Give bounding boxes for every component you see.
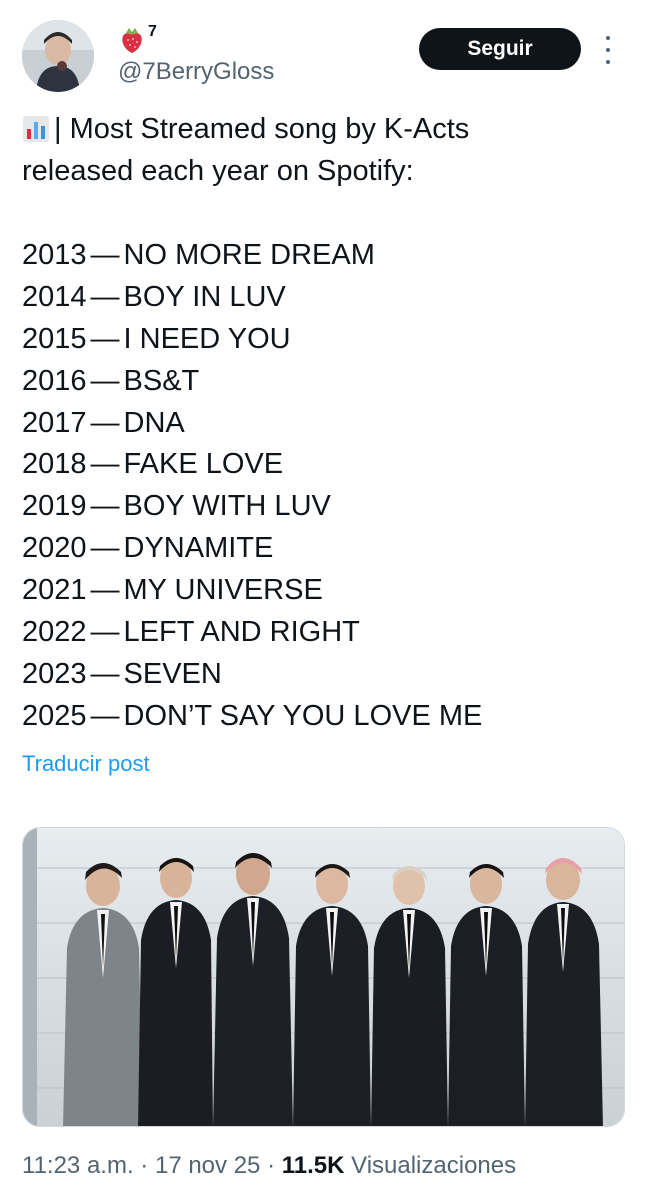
avatar[interactable]	[22, 20, 94, 92]
list-year: 2021	[22, 574, 87, 607]
list-song: DNA	[123, 406, 185, 439]
list-item: 2013— NO MORE DREAM	[22, 234, 622, 276]
list-song: MY UNIVERSE	[123, 574, 323, 607]
list-dash: —	[90, 615, 120, 648]
list-year: 2014	[22, 280, 87, 313]
list-year: 2025	[22, 699, 87, 732]
list-song: I NEED YOU	[123, 322, 291, 355]
list-dash: —	[90, 574, 120, 607]
list-item: 2015— I NEED YOU	[22, 318, 622, 360]
bar-chart-icon	[23, 116, 49, 142]
follow-button[interactable]: Seguir	[419, 28, 581, 70]
list-item: 2014— BOY IN LUV	[22, 276, 622, 318]
list-song: DON’T SAY YOU LOVE ME	[123, 699, 483, 732]
avatar-image	[22, 20, 94, 92]
list-item: 2023— SEVEN	[22, 653, 622, 695]
list-item: 2017— DNA	[22, 402, 622, 444]
list-dash: —	[90, 448, 120, 481]
post-time[interactable]: 11:23 a.m.	[22, 1152, 134, 1179]
list-year: 2022	[22, 615, 87, 648]
post-text: | Most Streamed song by K-Acts released …	[22, 108, 622, 737]
display-name[interactable]: 7	[118, 23, 157, 56]
song-list: 2013— NO MORE DREAM 2014— BOY IN LUV 2015—…	[22, 234, 622, 737]
list-item: 2018— FAKE LOVE	[22, 443, 622, 485]
list-year: 2020	[22, 532, 87, 565]
list-dash: —	[90, 322, 120, 355]
list-song: BOY WITH LUV	[123, 490, 331, 523]
list-song: LEFT AND RIGHT	[123, 615, 360, 648]
post-meta: 11:23 a.m. · 17 nov 25 · 11.5K Visualiza…	[22, 1152, 516, 1180]
user-handle[interactable]: @7BerryGloss	[118, 58, 274, 86]
list-year: 2015	[22, 322, 87, 355]
list-item: 2021— MY UNIVERSE	[22, 569, 622, 611]
views-label: Visualizaciones	[351, 1152, 517, 1179]
list-song: NO MORE DREAM	[123, 238, 375, 271]
list-dash: —	[90, 532, 120, 565]
list-dash: —	[90, 364, 120, 397]
post-date[interactable]: 17 nov 25	[155, 1152, 260, 1179]
post-media-image[interactable]	[22, 827, 625, 1127]
list-dash: —	[90, 657, 120, 690]
list-dash: —	[90, 699, 120, 732]
strawberry-icon	[122, 28, 142, 53]
list-item: 2020— DYNAMITE	[22, 527, 622, 569]
list-song: FAKE LOVE	[123, 448, 284, 481]
meta-separator: ·	[267, 1152, 276, 1179]
list-item: 2016— BS&T	[22, 360, 622, 402]
list-year: 2013	[22, 238, 87, 271]
views-count[interactable]: 11.5K	[282, 1152, 345, 1179]
translate-post-link[interactable]: Traducir post	[22, 751, 150, 776]
more-vertical-icon[interactable]	[600, 36, 616, 64]
post-header: 7 @7BerryGloss Seguir	[0, 0, 646, 100]
list-dash: —	[90, 406, 120, 439]
list-year: 2018	[22, 448, 87, 481]
list-song: BOY IN LUV	[123, 280, 286, 313]
meta-separator: ·	[140, 1152, 149, 1179]
post-intro-line-1: | Most Streamed song by K-Acts	[22, 108, 622, 150]
post-intro-text-1: | Most Streamed song by K-Acts	[54, 113, 470, 145]
list-song: DYNAMITE	[123, 532, 274, 565]
list-dash: —	[90, 238, 120, 271]
list-item: 2022— LEFT AND RIGHT	[22, 611, 622, 653]
translate-post: Traducir post	[22, 751, 150, 777]
display-name-suffix: 7	[148, 23, 157, 40]
list-year: 2023	[22, 657, 87, 690]
list-dash: —	[90, 280, 120, 313]
post-intro-line-2: released each year on Spotify:	[22, 155, 414, 187]
group-photo	[23, 828, 624, 1126]
list-year: 2016	[22, 364, 87, 397]
list-song: BS&T	[123, 364, 200, 397]
list-dash: —	[90, 490, 120, 523]
list-year: 2019	[22, 490, 87, 523]
list-item: 2025— DON’T SAY YOU LOVE ME	[22, 695, 622, 737]
list-year: 2017	[22, 406, 87, 439]
list-song: SEVEN	[123, 657, 222, 690]
list-item: 2019— BOY WITH LUV	[22, 485, 622, 527]
